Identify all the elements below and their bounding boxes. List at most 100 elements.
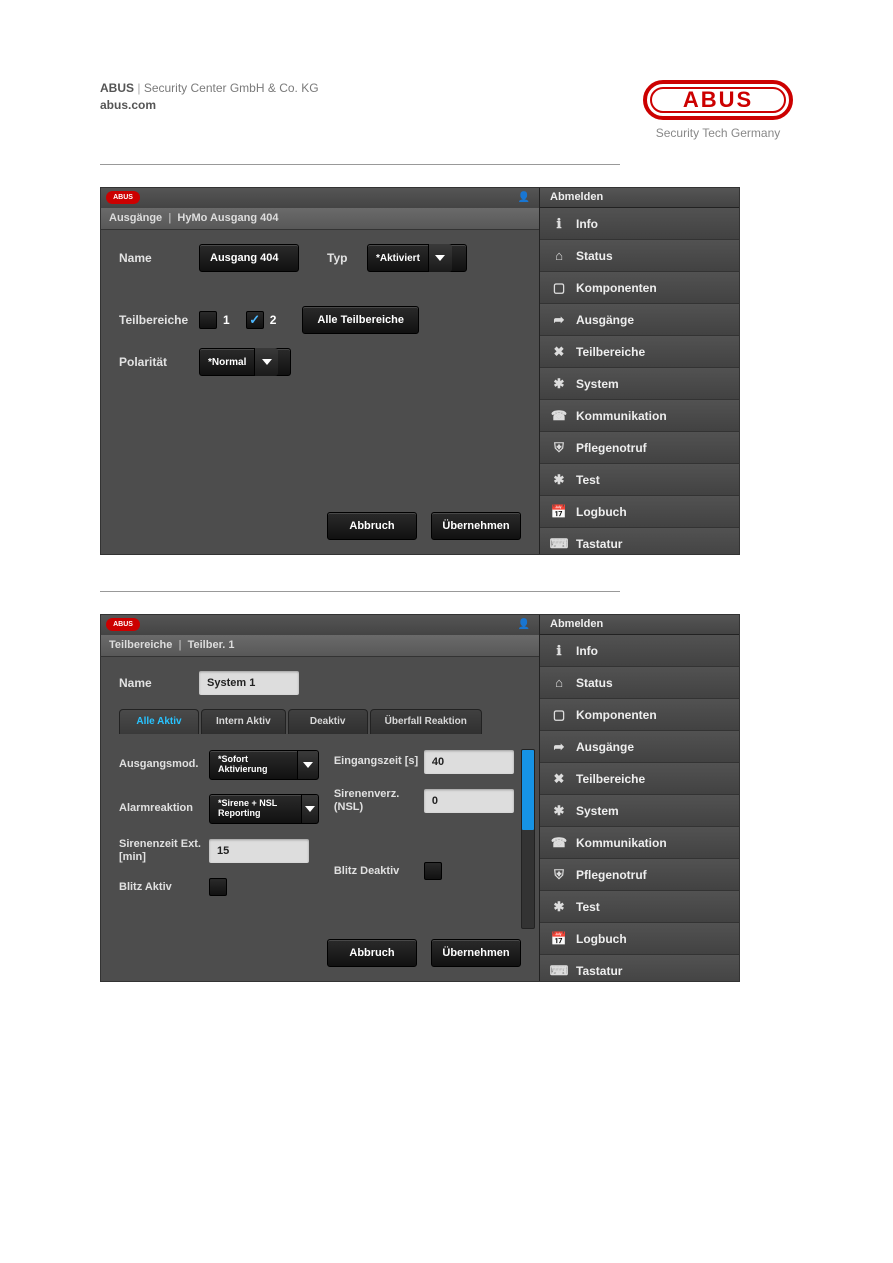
area-icon: ✖: [550, 343, 568, 361]
tab-alle-aktiv[interactable]: Alle Aktiv: [119, 709, 199, 734]
name-label: Name: [119, 251, 199, 265]
tab-ueberfall-reaktion[interactable]: Überfall Reaktion: [370, 709, 482, 734]
phone-icon: ☎: [550, 407, 568, 425]
gear-icon: ✱: [550, 802, 568, 820]
info-icon: ℹ: [550, 642, 568, 660]
sidebar-nav: Abmelden ℹInfo ⌂Status ▢Komponenten ➦Aus…: [539, 615, 739, 981]
name-input[interactable]: Ausgang 404: [199, 244, 299, 272]
document-header: ABUS | Security Center GmbH & Co. KG abu…: [100, 80, 793, 140]
tab-intern-aktiv[interactable]: Intern Aktiv: [201, 709, 286, 734]
sidebar-item-info[interactable]: ℹInfo: [540, 208, 739, 240]
tab-bar: Alle Aktiv Intern Aktiv Deaktiv Überfall…: [119, 709, 521, 734]
sirenenzeit-label: Sirenenzeit Ext. [min]: [119, 838, 209, 864]
sirenenverz-input[interactable]: 0: [424, 789, 514, 813]
ausgangsmod-select[interactable]: *Sofort Aktivierung: [209, 750, 319, 780]
component-icon: ▢: [550, 279, 568, 297]
name-label: Name: [119, 676, 199, 690]
teilbereich-2-checkbox[interactable]: [246, 311, 264, 329]
apply-button[interactable]: Übernehmen: [431, 939, 521, 967]
sidebar-item-system[interactable]: ✱System: [540, 795, 739, 827]
logout-link[interactable]: Abmelden: [540, 615, 739, 635]
mini-abus-logo: ABUS: [106, 618, 140, 631]
alarmreaktion-select[interactable]: *Sirene + NSL Reporting: [209, 794, 319, 824]
mini-abus-logo: ABUS: [106, 191, 140, 204]
eingangszeit-input[interactable]: 40: [424, 750, 514, 774]
sidebar-item-teilbereiche[interactable]: ✖Teilbereiche: [540, 336, 739, 368]
bed-icon: ⛨: [550, 866, 568, 884]
name-input[interactable]: System 1: [199, 671, 299, 695]
chevron-down-icon: [428, 244, 452, 272]
teilbereich-2-label: 2: [270, 313, 277, 327]
website: abus.com: [100, 97, 319, 114]
typ-label: Typ: [327, 251, 367, 265]
polaritaet-select[interactable]: *Normal: [199, 348, 291, 376]
divider: [100, 591, 620, 592]
calendar-icon: 📅: [550, 503, 568, 521]
gear-icon: ✱: [550, 375, 568, 393]
test-icon: ✱: [550, 471, 568, 489]
brand-name: ABUS: [100, 81, 134, 95]
blitz-deaktiv-label: Blitz Deaktiv: [334, 865, 424, 878]
sidebar-item-pflegenotruf[interactable]: ⛨Pflegenotruf: [540, 859, 739, 891]
abus-logo: ABUS: [643, 80, 793, 120]
logout-link[interactable]: Abmelden: [540, 188, 739, 208]
sidebar-item-status[interactable]: ⌂Status: [540, 667, 739, 699]
cancel-button[interactable]: Abbruch: [327, 939, 417, 967]
sidebar-item-teilbereiche[interactable]: ✖Teilbereiche: [540, 763, 739, 795]
breadcrumb: Ausgänge | HyMo Ausgang 404: [101, 208, 539, 230]
sidebar-item-logbuch[interactable]: 📅Logbuch: [540, 923, 739, 955]
area-icon: ✖: [550, 770, 568, 788]
keyboard-icon: ⌨: [550, 962, 568, 980]
sidebar-item-test[interactable]: ✱Test: [540, 464, 739, 496]
sidebar-item-info[interactable]: ℹInfo: [540, 635, 739, 667]
alle-teilbereiche-button[interactable]: Alle Teilbereiche: [302, 306, 419, 334]
sidebar-item-system[interactable]: ✱System: [540, 368, 739, 400]
teilbereich-1-label: 1: [223, 313, 230, 327]
sidebar-item-test[interactable]: ✱Test: [540, 891, 739, 923]
chevron-down-icon: [301, 795, 318, 823]
screenshot-teilbereiche: ABUS 👤 Teilbereiche | Teilber. 1 Name Sy…: [100, 614, 740, 982]
sirenenzeit-input[interactable]: 15: [209, 839, 309, 863]
cancel-button[interactable]: Abbruch: [327, 512, 417, 540]
blitz-deaktiv-checkbox[interactable]: [424, 862, 442, 880]
sidebar-item-kommunikation[interactable]: ☎Kommunikation: [540, 400, 739, 432]
sidebar-item-status[interactable]: ⌂Status: [540, 240, 739, 272]
user-icon[interactable]: 👤: [517, 618, 531, 631]
sidebar-item-kommunikation[interactable]: ☎Kommunikation: [540, 827, 739, 859]
apply-button[interactable]: Übernehmen: [431, 512, 521, 540]
chevron-down-icon: [254, 348, 278, 376]
sidebar-item-komponenten[interactable]: ▢Komponenten: [540, 699, 739, 731]
test-icon: ✱: [550, 898, 568, 916]
sidebar-item-tastatur[interactable]: ⌨Tastatur: [540, 528, 739, 555]
breadcrumb-section: Ausgänge: [109, 212, 162, 224]
sidebar-item-ausgaenge[interactable]: ➦Ausgänge: [540, 731, 739, 763]
scrollbar-thumb[interactable]: [522, 750, 534, 830]
bed-icon: ⛨: [550, 439, 568, 457]
keyboard-icon: ⌨: [550, 535, 568, 553]
sidebar-nav: Abmelden ℹInfo ⌂Status ▢Komponenten ➦Aus…: [539, 188, 739, 554]
header-company-block: ABUS | Security Center GmbH & Co. KG abu…: [100, 80, 319, 114]
user-icon[interactable]: 👤: [517, 191, 531, 204]
tab-deaktiv[interactable]: Deaktiv: [288, 709, 368, 734]
blitz-aktiv-checkbox[interactable]: [209, 878, 227, 896]
alarmreaktion-label: Alarmreaktion: [119, 802, 209, 815]
sidebar-item-komponenten[interactable]: ▢Komponenten: [540, 272, 739, 304]
sidebar-item-tastatur[interactable]: ⌨Tastatur: [540, 955, 739, 982]
breadcrumb-section: Teilbereiche: [109, 639, 172, 651]
home-icon: ⌂: [550, 674, 568, 692]
sidebar-item-pflegenotruf[interactable]: ⛨Pflegenotruf: [540, 432, 739, 464]
sidebar-item-logbuch[interactable]: 📅Logbuch: [540, 496, 739, 528]
info-icon: ℹ: [550, 215, 568, 233]
tagline: Security Tech Germany: [643, 126, 793, 140]
scrollbar[interactable]: [521, 749, 535, 929]
company-name: Security Center GmbH & Co. KG: [144, 81, 319, 95]
app-titlebar: ABUS 👤: [101, 188, 539, 208]
blitz-aktiv-label: Blitz Aktiv: [119, 881, 209, 894]
app-titlebar: ABUS 👤: [101, 615, 539, 635]
typ-select[interactable]: *Aktiviert: [367, 244, 467, 272]
teilbereiche-label: Teilbereiche: [119, 313, 199, 327]
teilbereich-1-checkbox[interactable]: [199, 311, 217, 329]
component-icon: ▢: [550, 706, 568, 724]
sidebar-item-ausgaenge[interactable]: ➦Ausgänge: [540, 304, 739, 336]
breadcrumb: Teilbereiche | Teilber. 1: [101, 635, 539, 657]
